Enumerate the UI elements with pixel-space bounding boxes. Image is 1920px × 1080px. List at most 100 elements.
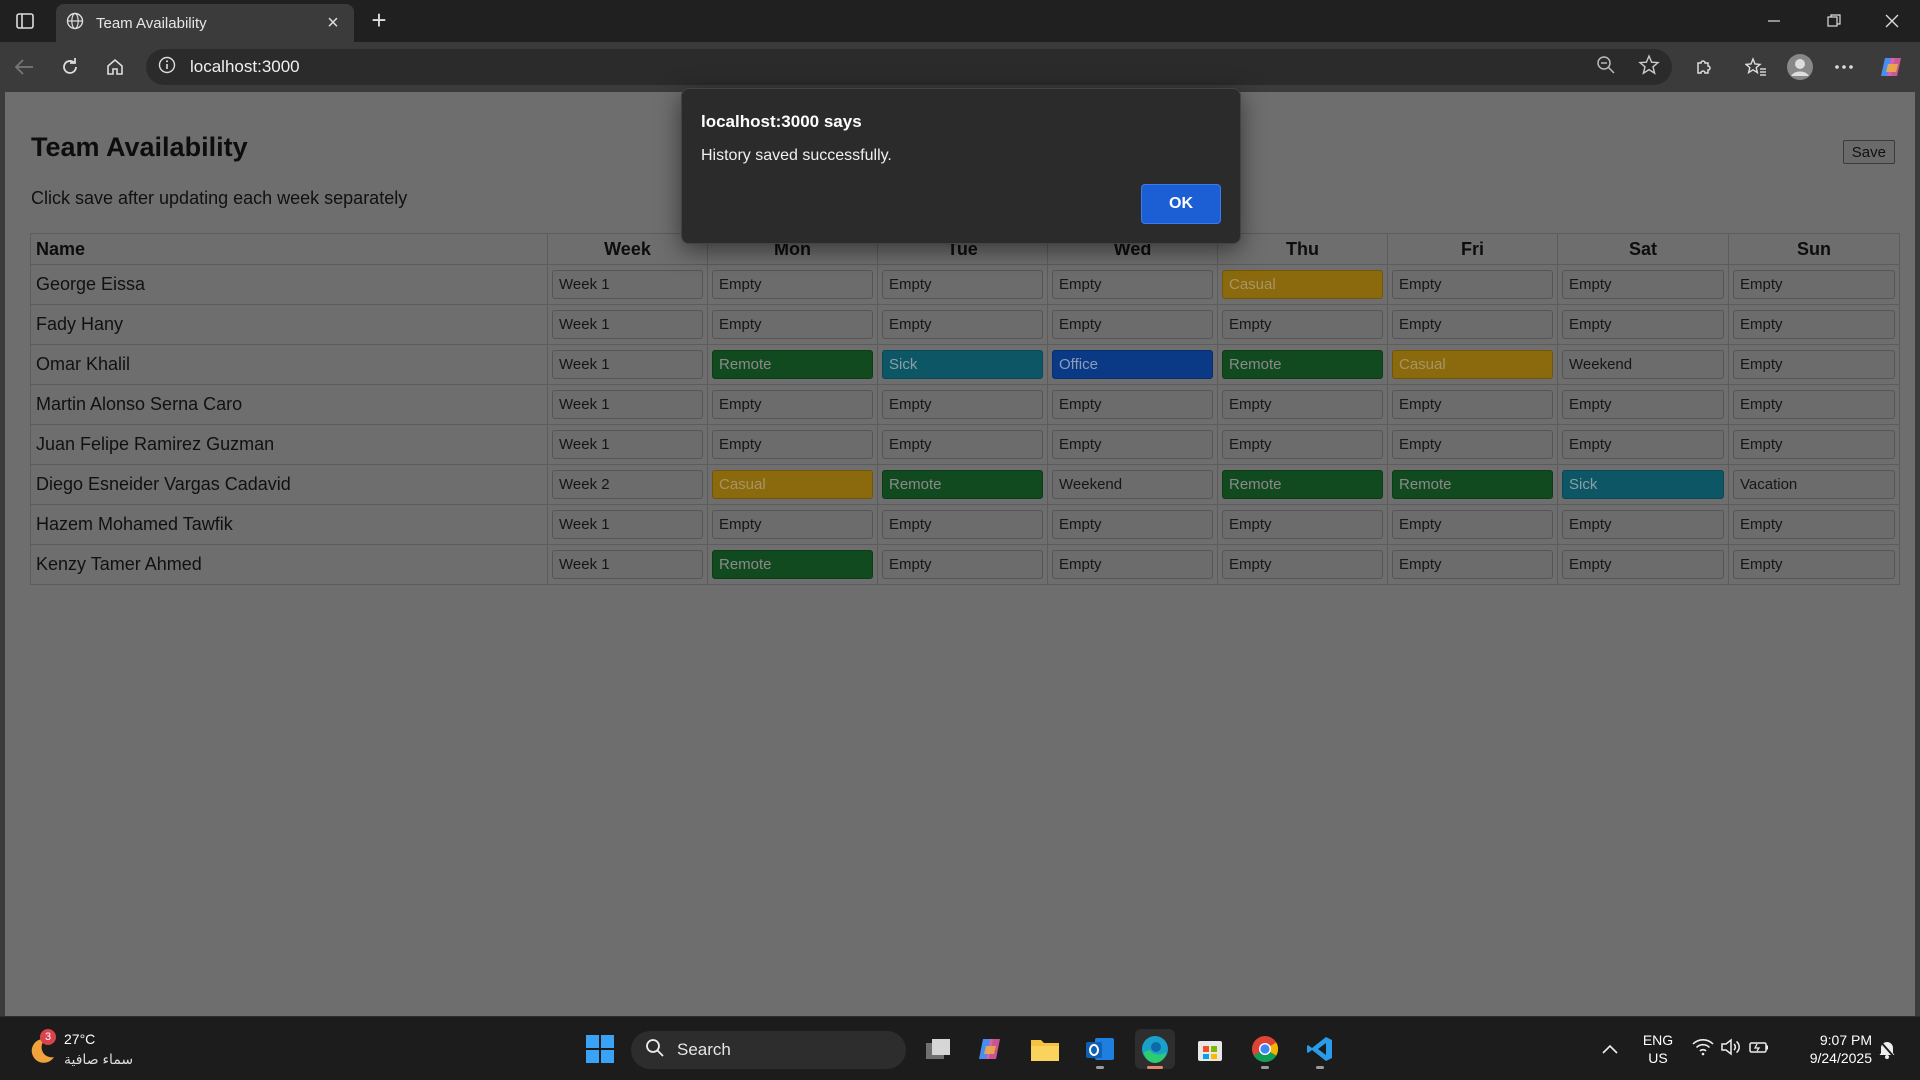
status-select-sun[interactable]: Empty bbox=[1733, 310, 1895, 339]
status-select-wed[interactable]: Empty bbox=[1052, 390, 1213, 419]
status-select-wed[interactable]: Weekend bbox=[1052, 470, 1213, 499]
status-select-sat[interactable]: Sick bbox=[1562, 470, 1724, 499]
restore-icon[interactable] bbox=[1806, 0, 1862, 42]
week-select[interactable]: Week 1 bbox=[552, 390, 703, 419]
status-select-mon[interactable]: Empty bbox=[712, 390, 873, 419]
status-select-thu[interactable]: Remote bbox=[1222, 470, 1383, 499]
status-select-fri[interactable]: Empty bbox=[1392, 270, 1553, 299]
status-select-sat[interactable]: Empty bbox=[1562, 310, 1724, 339]
home-icon[interactable] bbox=[99, 52, 131, 82]
tab-actions-icon[interactable] bbox=[10, 8, 40, 34]
address-bar[interactable]: localhost:3000 bbox=[146, 49, 1672, 85]
language-indicator[interactable]: ENG US bbox=[1640, 1031, 1676, 1067]
status-select-thu[interactable]: Remote bbox=[1222, 350, 1383, 379]
status-select-mon[interactable]: Empty bbox=[712, 310, 873, 339]
vscode-icon[interactable] bbox=[1300, 1029, 1340, 1069]
status-select-sat[interactable]: Empty bbox=[1562, 510, 1724, 539]
chrome-icon[interactable] bbox=[1245, 1029, 1285, 1069]
status-select-wed[interactable]: Empty bbox=[1052, 550, 1213, 579]
status-select-tue[interactable]: Empty bbox=[882, 390, 1043, 419]
close-window-icon[interactable] bbox=[1864, 0, 1920, 42]
week-select[interactable]: Week 1 bbox=[552, 310, 703, 339]
status-select-fri[interactable]: Empty bbox=[1392, 510, 1553, 539]
notifications-icon[interactable] bbox=[1872, 1029, 1902, 1069]
alert-ok-button[interactable]: OK bbox=[1141, 184, 1221, 224]
copilot-icon[interactable] bbox=[1876, 52, 1908, 82]
status-select-thu[interactable]: Empty bbox=[1222, 310, 1383, 339]
status-select-sun[interactable]: Empty bbox=[1733, 350, 1895, 379]
refresh-icon[interactable] bbox=[54, 52, 86, 82]
status-select-sun[interactable]: Empty bbox=[1733, 390, 1895, 419]
taskbar-search[interactable]: Search bbox=[631, 1031, 906, 1069]
status-select-tue[interactable]: Empty bbox=[882, 550, 1043, 579]
new-tab-icon[interactable]: + bbox=[364, 6, 394, 36]
status-select-sun[interactable]: Vacation bbox=[1733, 470, 1895, 499]
status-select-sat[interactable]: Weekend bbox=[1562, 350, 1724, 379]
status-select-tue[interactable]: Empty bbox=[882, 510, 1043, 539]
clock[interactable]: 9:07 PM 9/24/2025 bbox=[1788, 1031, 1872, 1067]
favorite-star-icon[interactable] bbox=[1638, 53, 1660, 81]
week-select[interactable]: Week 1 bbox=[552, 270, 703, 299]
file-explorer-icon[interactable] bbox=[1025, 1029, 1065, 1069]
status-select-sun[interactable]: Empty bbox=[1733, 510, 1895, 539]
outlook-icon[interactable] bbox=[1080, 1029, 1120, 1069]
status-select-tue[interactable]: Empty bbox=[882, 270, 1043, 299]
status-select-mon[interactable]: Remote bbox=[712, 350, 873, 379]
weather-widget[interactable]: 3 27°C سماء صافية bbox=[24, 1027, 164, 1071]
status-select-fri[interactable]: Remote bbox=[1392, 470, 1553, 499]
back-icon[interactable] bbox=[8, 52, 40, 82]
status-select-wed[interactable]: Empty bbox=[1052, 430, 1213, 459]
show-hidden-icons-icon[interactable] bbox=[1590, 1029, 1630, 1069]
week-select[interactable]: Week 1 bbox=[552, 430, 703, 459]
week-select[interactable]: Week 1 bbox=[552, 510, 703, 539]
status-select-thu[interactable]: Empty bbox=[1222, 550, 1383, 579]
status-select-tue[interactable]: Remote bbox=[882, 470, 1043, 499]
status-select-fri[interactable]: Empty bbox=[1392, 310, 1553, 339]
status-select-wed[interactable]: Empty bbox=[1052, 270, 1213, 299]
extensions-icon[interactable] bbox=[1688, 52, 1720, 82]
status-select-thu[interactable]: Casual bbox=[1222, 270, 1383, 299]
status-select-mon[interactable]: Casual bbox=[712, 470, 873, 499]
status-select-wed[interactable]: Office bbox=[1052, 350, 1213, 379]
start-button[interactable] bbox=[580, 1029, 620, 1069]
status-select-fri[interactable]: Empty bbox=[1392, 550, 1553, 579]
status-select-tue[interactable]: Sick bbox=[882, 350, 1043, 379]
status-select-wed[interactable]: Empty bbox=[1052, 310, 1213, 339]
site-info-icon[interactable] bbox=[158, 56, 176, 79]
favorites-icon[interactable] bbox=[1740, 52, 1772, 82]
store-icon[interactable] bbox=[1190, 1029, 1230, 1069]
tab-team-availability[interactable]: Team Availability × bbox=[56, 4, 354, 42]
minimize-icon[interactable] bbox=[1746, 0, 1802, 42]
task-view-icon[interactable] bbox=[918, 1029, 958, 1069]
week-select[interactable]: Week 1 bbox=[552, 550, 703, 579]
zoom-out-icon[interactable] bbox=[1596, 55, 1616, 80]
save-button[interactable]: Save bbox=[1842, 140, 1895, 164]
status-select-tue[interactable]: Empty bbox=[882, 430, 1043, 459]
status-select-sat[interactable]: Empty bbox=[1562, 270, 1724, 299]
week-select[interactable]: Week 1 bbox=[552, 350, 703, 379]
status-select-thu[interactable]: Empty bbox=[1222, 430, 1383, 459]
system-tray[interactable] bbox=[1686, 1029, 1776, 1069]
status-select-thu[interactable]: Empty bbox=[1222, 390, 1383, 419]
week-select[interactable]: Week 2 bbox=[552, 470, 703, 499]
status-select-mon[interactable]: Empty bbox=[712, 510, 873, 539]
status-select-thu[interactable]: Empty bbox=[1222, 510, 1383, 539]
more-options-icon[interactable] bbox=[1828, 52, 1860, 82]
status-select-wed[interactable]: Empty bbox=[1052, 510, 1213, 539]
edge-icon[interactable] bbox=[1135, 1029, 1175, 1069]
status-select-sat[interactable]: Empty bbox=[1562, 390, 1724, 419]
status-select-tue[interactable]: Empty bbox=[882, 310, 1043, 339]
status-select-mon[interactable]: Remote bbox=[712, 550, 873, 579]
status-select-sun[interactable]: Empty bbox=[1733, 270, 1895, 299]
status-select-sat[interactable]: Empty bbox=[1562, 430, 1724, 459]
status-select-fri[interactable]: Empty bbox=[1392, 390, 1553, 419]
status-select-sun[interactable]: Empty bbox=[1733, 550, 1895, 579]
status-select-sat[interactable]: Empty bbox=[1562, 550, 1724, 579]
status-select-mon[interactable]: Empty bbox=[712, 430, 873, 459]
status-select-fri[interactable]: Empty bbox=[1392, 430, 1553, 459]
profile-avatar-icon[interactable] bbox=[1784, 52, 1816, 82]
status-select-sun[interactable]: Empty bbox=[1733, 430, 1895, 459]
copilot-app-icon[interactable] bbox=[971, 1029, 1011, 1069]
status-select-fri[interactable]: Casual bbox=[1392, 350, 1553, 379]
status-select-mon[interactable]: Empty bbox=[712, 270, 873, 299]
